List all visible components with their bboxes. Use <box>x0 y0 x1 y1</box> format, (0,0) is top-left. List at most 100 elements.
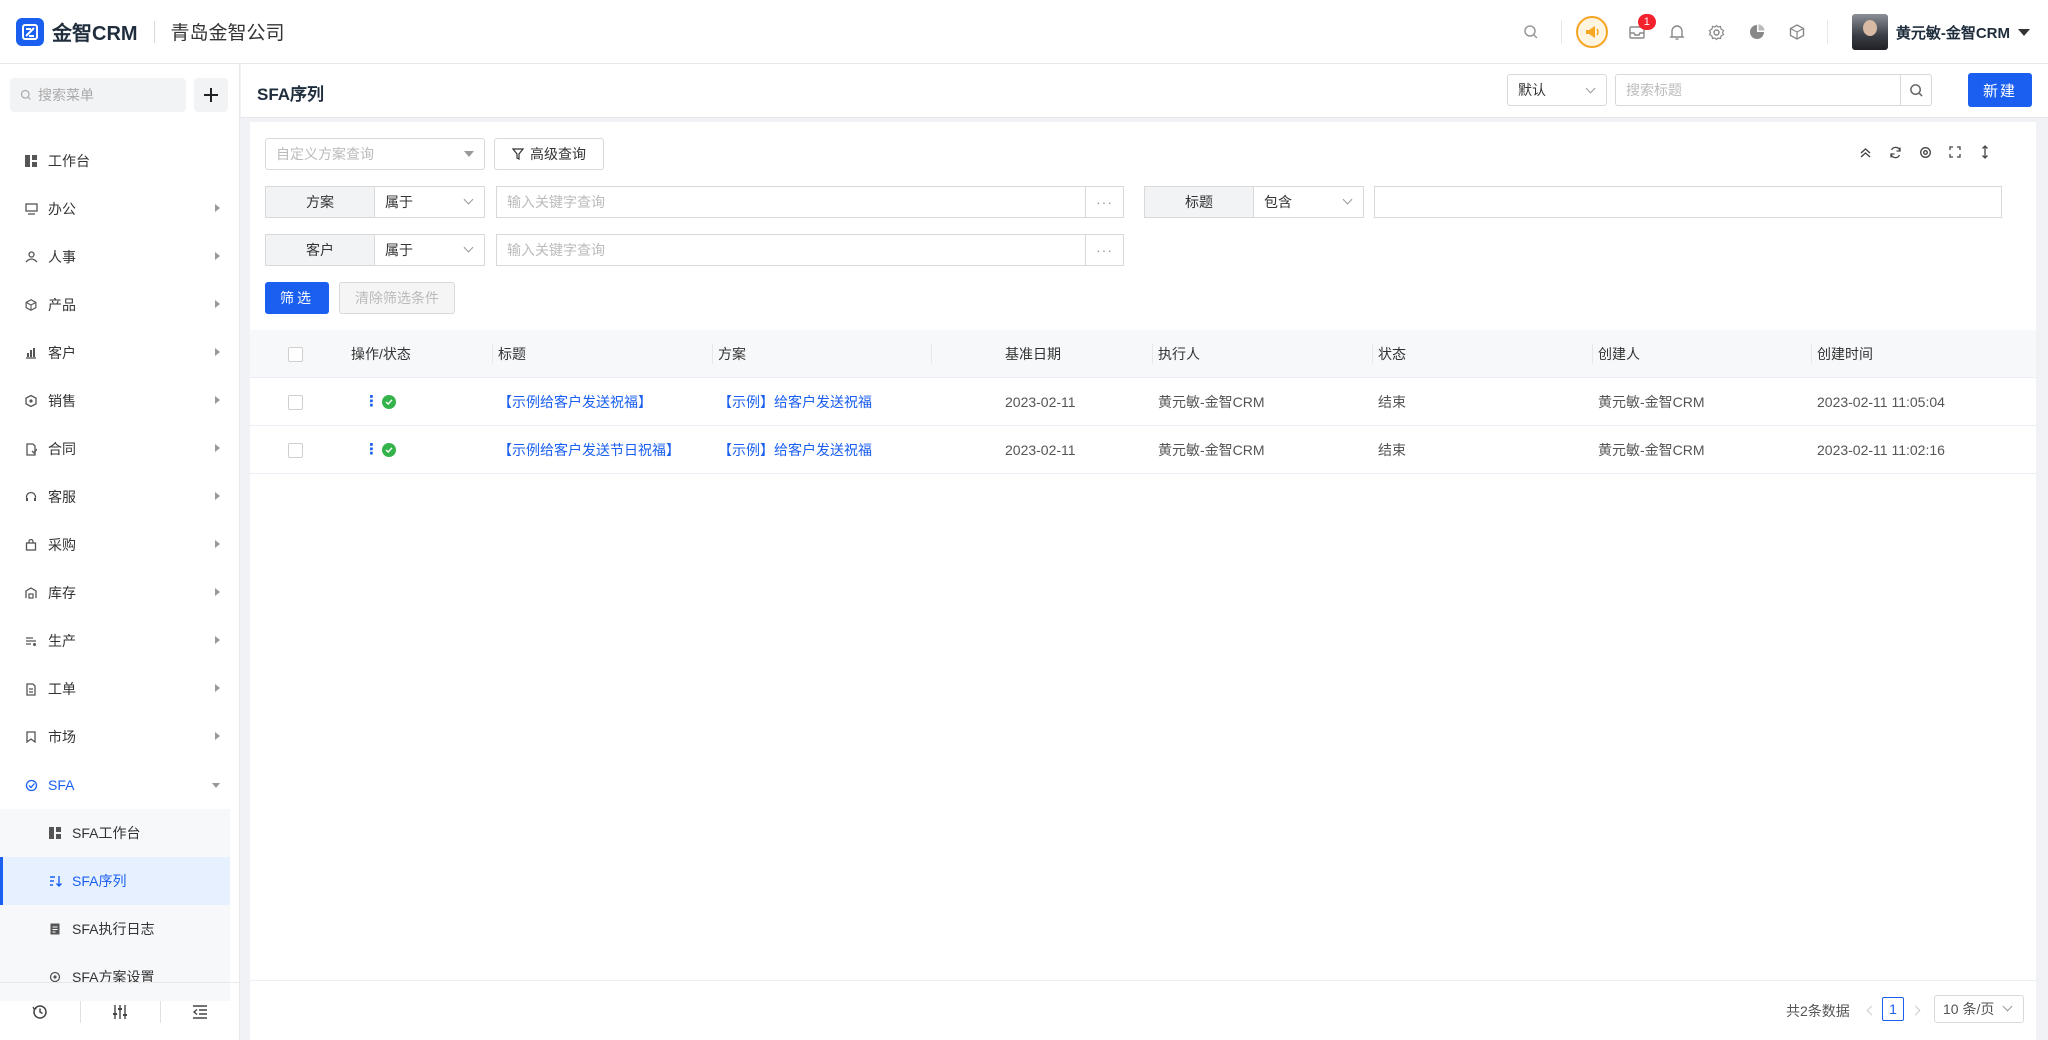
notification-badge: 1 <box>1637 14 1656 30</box>
company-name[interactable]: 青岛金智公司 <box>171 18 285 45</box>
chevron-right-icon <box>215 444 220 452</box>
sidebar-item-production[interactable]: 生产 <box>0 617 230 665</box>
column-header-title[interactable]: 标题 <box>498 330 526 378</box>
adjust-button[interactable] <box>80 983 160 1040</box>
sidebar-menu: 工作台 办公 人事 产品 客户 销售 合同 客服 采购 库存 生产 工单 市场 … <box>0 137 230 1001</box>
sidebar-item-market[interactable]: 市场 <box>0 713 230 761</box>
hexagon-icon <box>24 394 38 408</box>
column-header-plan[interactable]: 方案 <box>718 330 746 378</box>
chevron-down-icon <box>2002 1001 2013 1012</box>
sidebar-item-label: 客服 <box>48 489 76 505</box>
next-page-icon[interactable] <box>1910 1005 1921 1016</box>
sidebar-item-office[interactable]: 办公 <box>0 185 230 233</box>
pie-chart-icon[interactable] <box>1737 12 1777 52</box>
log-icon <box>48 922 62 936</box>
table-row[interactable]: ⋮ 【示例给客户发送祝福】 【示例】给客户发送祝福 2023-02-11 黄元敏… <box>250 378 2036 426</box>
announcement-button[interactable] <box>1572 12 1612 52</box>
megaphone-icon <box>1575 16 1608 48</box>
sidebar-footer <box>0 982 240 1040</box>
advanced-query-button[interactable]: 高级查询 <box>494 138 604 170</box>
title-search-input[interactable] <box>1615 74 1901 106</box>
global-search-icon[interactable] <box>1511 12 1551 52</box>
plan-more-button[interactable]: ··· <box>1086 186 1124 218</box>
title-keyword-input[interactable] <box>1374 186 2002 218</box>
row-actions-menu[interactable]: ⋮ <box>364 378 379 426</box>
sidebar-item-customer[interactable]: 客户 <box>0 329 230 377</box>
row-checkbox[interactable] <box>288 443 303 458</box>
customer-operator-select[interactable]: 属于 <box>375 234 485 266</box>
column-header-base-date[interactable]: 基准日期 <box>1005 330 1061 378</box>
sidebar-item-product[interactable]: 产品 <box>0 281 230 329</box>
sidebar-item-purchase[interactable]: 采购 <box>0 521 230 569</box>
column-header-executor[interactable]: 执行人 <box>1158 330 1200 378</box>
chevron-right-icon <box>215 204 220 212</box>
new-button[interactable]: 新建 <box>1968 73 2032 107</box>
row-title-link[interactable]: 【示例给客户发送节日祝福】 <box>498 426 680 474</box>
clear-filters-button[interactable]: 清除筛选条件 <box>339 282 455 314</box>
toolbar-divider <box>1560 20 1562 44</box>
status-ok-icon <box>382 395 396 409</box>
column-header-actions: 操作/状态 <box>351 346 411 362</box>
customer-more-button[interactable]: ··· <box>1086 234 1124 266</box>
search-icon <box>20 89 31 100</box>
logo[interactable]: 金智CRM <box>16 17 138 46</box>
custom-query-select[interactable]: 自定义方案查询 <box>265 138 485 170</box>
box-icon[interactable] <box>1777 12 1817 52</box>
add-menu-button[interactable] <box>194 78 228 112</box>
sidebar-item-sales[interactable]: 销售 <box>0 377 230 425</box>
page-size-select[interactable]: 10 条/页 <box>1934 995 2024 1023</box>
sidebar-subitem-sfa-log[interactable]: SFA执行日志 <box>0 905 230 953</box>
history-button[interactable] <box>0 983 80 1040</box>
menu-search-input[interactable]: 搜索菜单 <box>10 78 186 112</box>
collapse-filters-icon[interactable] <box>1850 142 1880 162</box>
column-header-status[interactable]: 状态 <box>1378 330 1406 378</box>
sidebar-subitem-sfa-sequence[interactable]: SFA序列 <box>0 857 230 905</box>
logo-text: 金智CRM <box>52 23 138 45</box>
user-name: 黄元敏-金智CRM <box>1895 24 2010 42</box>
sidebar-item-sfa[interactable]: SFA <box>0 761 230 809</box>
select-all-checkbox[interactable] <box>288 347 303 362</box>
plan-keyword-input[interactable]: 输入关键字查询 <box>496 186 1086 218</box>
sidebar-item-label: 库存 <box>48 585 76 601</box>
row-creator: 黄元敏-金智CRM <box>1598 394 1705 410</box>
view-select[interactable]: 默认 <box>1507 74 1607 106</box>
refresh-icon[interactable] <box>1880 142 1910 162</box>
row-plan-link[interactable]: 【示例】给客户发送祝福 <box>718 426 872 474</box>
inbox-button[interactable]: 1 <box>1617 12 1657 52</box>
gear-icon[interactable] <box>1697 12 1737 52</box>
sidebar-item-service[interactable]: 客服 <box>0 473 230 521</box>
prev-page-icon[interactable] <box>1866 1005 1877 1016</box>
sidebar-item-ticket[interactable]: 工单 <box>0 665 230 713</box>
column-header-created-at[interactable]: 创建时间 <box>1817 330 1873 378</box>
fullscreen-icon[interactable] <box>1940 142 1970 162</box>
sidebar-item-contract[interactable]: 合同 <box>0 425 230 473</box>
collapse-menu-button[interactable] <box>160 983 240 1040</box>
top-bar: 金智CRM 青岛金智公司 1 黄元敏-金智CRM <box>0 0 2048 64</box>
user-menu[interactable]: 黄元敏-金智CRM <box>1851 14 2030 50</box>
column-settings-icon[interactable] <box>1910 142 1940 162</box>
title-search-button[interactable] <box>1900 74 1932 106</box>
row-plan-link[interactable]: 【示例】给客户发送祝福 <box>718 378 872 426</box>
sidebar-item-inventory[interactable]: 库存 <box>0 569 230 617</box>
search-icon <box>1909 83 1923 97</box>
row-height-icon[interactable] <box>1970 142 2000 162</box>
page-number-current[interactable]: 1 <box>1882 997 1904 1021</box>
row-checkbox[interactable] <box>288 395 303 410</box>
bell-icon[interactable] <box>1657 12 1697 52</box>
advanced-query-label: 高级查询 <box>530 146 586 162</box>
customer-keyword-input[interactable]: 输入关键字查询 <box>496 234 1086 266</box>
sidebar-subitem-label: SFA执行日志 <box>72 921 155 937</box>
row-status: 结束 <box>1378 442 1406 458</box>
column-header-creator[interactable]: 创建人 <box>1598 330 1640 378</box>
table-row[interactable]: ⋮ 【示例给客户发送节日祝福】 【示例】给客户发送祝福 2023-02-11 黄… <box>250 426 2036 474</box>
sidebar-item-hr[interactable]: 人事 <box>0 233 230 281</box>
sort-icon <box>48 874 62 888</box>
filter-button[interactable]: 筛选 <box>265 282 329 314</box>
row-title-link[interactable]: 【示例给客户发送祝福】 <box>498 378 652 426</box>
title-operator-select[interactable]: 包含 <box>1254 186 1364 218</box>
sidebar-subitem-sfa-workbench[interactable]: SFA工作台 <box>0 809 230 857</box>
sidebar-item-workbench[interactable]: 工作台 <box>0 137 230 185</box>
row-actions-menu[interactable]: ⋮ <box>364 426 379 474</box>
plan-operator-select[interactable]: 属于 <box>375 186 485 218</box>
sidebar-item-label: 市场 <box>48 729 76 745</box>
